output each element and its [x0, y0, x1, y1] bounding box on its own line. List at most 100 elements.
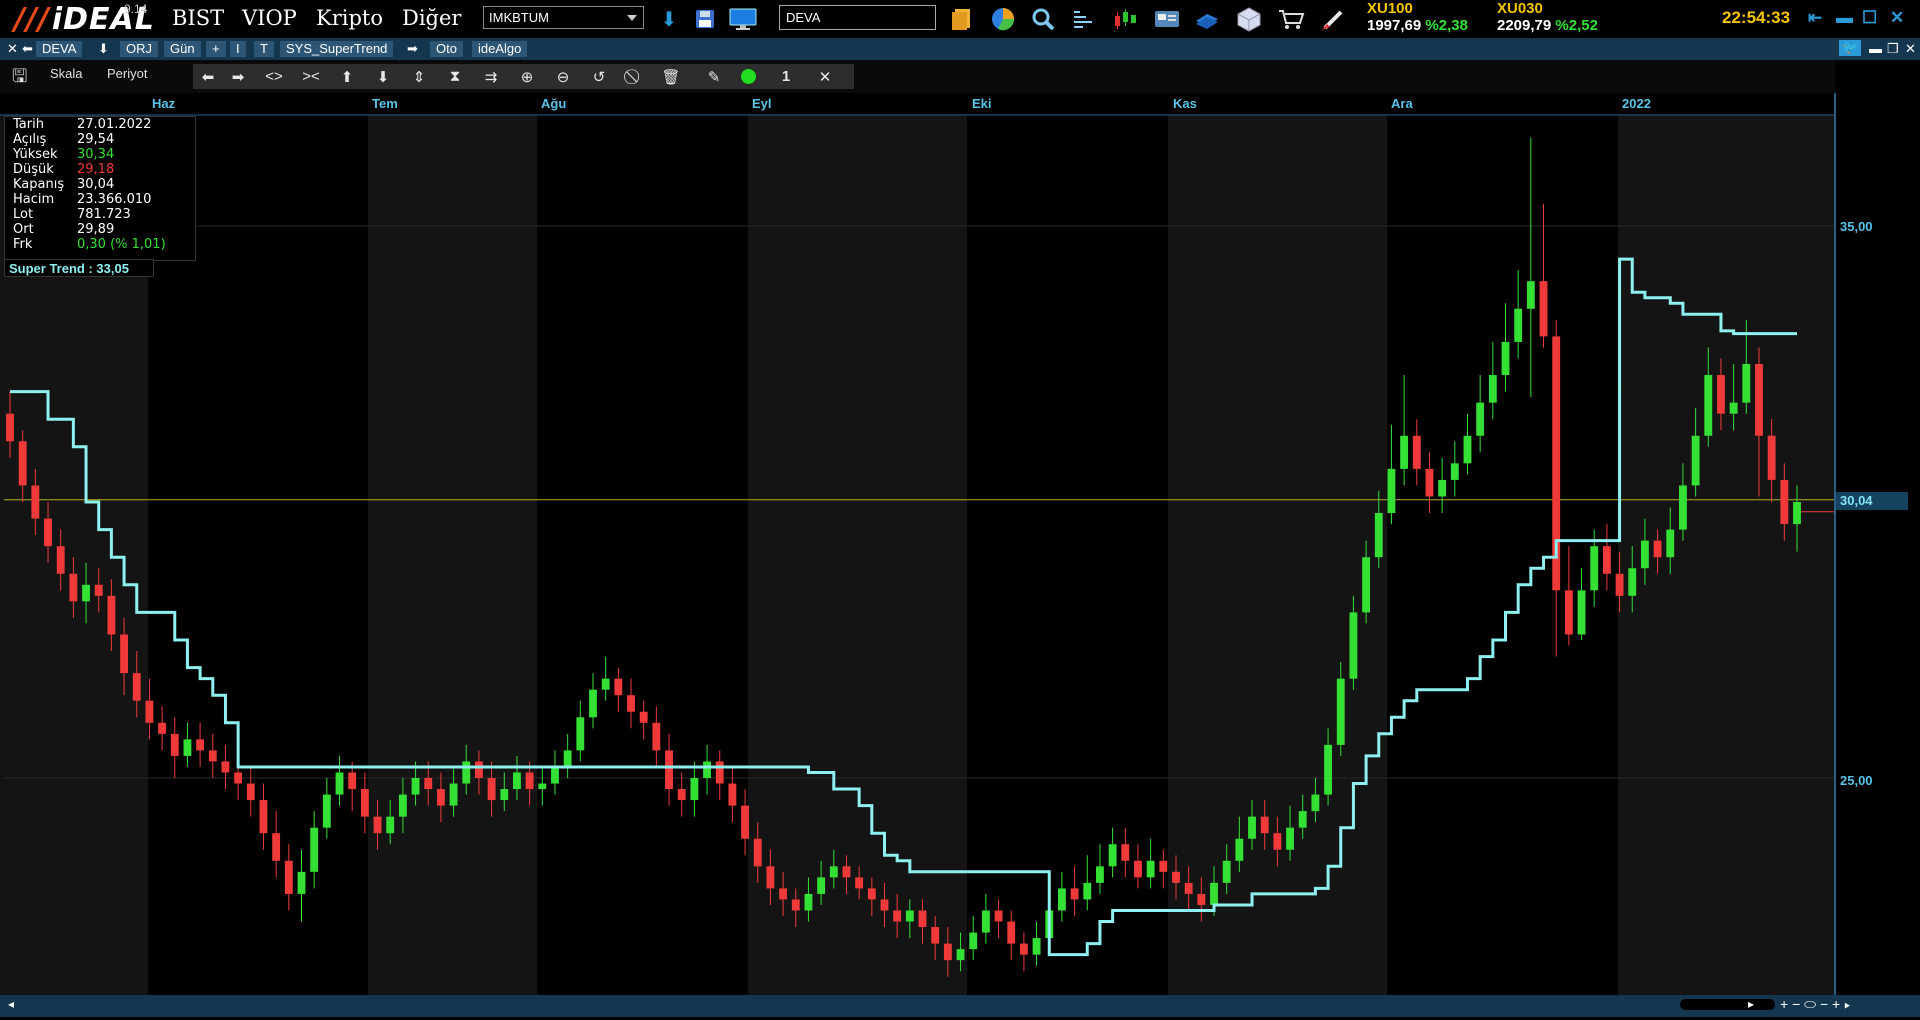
scroll-left-icon[interactable]: ⬅ — [193, 64, 223, 89]
candle-body — [6, 413, 14, 442]
trash-icon[interactable]: 🗑 — [656, 64, 686, 89]
candle-body — [69, 573, 78, 602]
time-axis-label: Kas — [1173, 96, 1197, 111]
candle-body — [44, 518, 52, 547]
candle-body — [183, 739, 192, 756]
horizontal-scrollbar[interactable]: ◂ ▸ + − ⬭ − + ▸ — [0, 995, 1920, 1017]
notes-icon[interactable] — [946, 4, 976, 34]
candle-body — [1438, 479, 1447, 497]
candle-body — [589, 689, 597, 718]
candle-body — [804, 893, 813, 911]
download-icon[interactable]: ⬇ — [98, 41, 109, 57]
add-indicator-button[interactable]: + — [206, 41, 226, 57]
candle-body — [1425, 468, 1434, 497]
menu-kripto[interactable]: Kripto — [316, 6, 383, 32]
candle-body — [1324, 744, 1332, 795]
candle-body — [829, 866, 838, 878]
chart-symbol-tab[interactable]: DEVA — [36, 41, 83, 57]
save-layout-icon[interactable]: 🖫 — [12, 64, 27, 94]
cube-icon[interactable] — [1234, 4, 1264, 34]
system-supertrend-button[interactable]: SYS_SuperTrend — [280, 41, 394, 57]
logo-stripes-icon: /// — [14, 1, 50, 37]
candle-body — [196, 739, 205, 751]
oto-button[interactable]: Oto — [430, 41, 463, 57]
candle-body — [1083, 882, 1092, 900]
price-chart[interactable] — [0, 93, 1920, 995]
back-icon[interactable]: ⇤ — [1808, 8, 1822, 28]
index-xu030[interactable]: XU030 2209,79 %2,52 — [1497, 0, 1598, 34]
candle-body — [1666, 529, 1675, 558]
zoom-in-icon[interactable]: ⊕ — [512, 64, 542, 89]
arrow-up-icon[interactable]: ⬆ — [332, 64, 362, 89]
orj-button[interactable]: ORJ — [120, 41, 158, 57]
candle-body — [1311, 794, 1320, 812]
close-drawing-icon[interactable]: ✕ — [810, 64, 840, 89]
last-price-tag: 30,04 — [1836, 492, 1908, 510]
index-value: 1997,69 — [1367, 17, 1422, 34]
candle-body — [956, 949, 965, 961]
candle-body — [360, 789, 369, 817]
menu-bist[interactable]: BIST — [172, 6, 224, 32]
candle-body — [398, 794, 407, 817]
monitor-icon[interactable] — [728, 4, 758, 34]
arrow-down-icon[interactable]: ⬇ — [368, 64, 398, 89]
scale-button[interactable]: Skala — [50, 66, 83, 81]
scroll-thumb[interactable] — [1680, 999, 1775, 1010]
pencil-icon[interactable]: ✎ — [699, 64, 729, 89]
panel-restore-icon[interactable]: ❐ — [1887, 41, 1899, 57]
idealgo-button[interactable]: ideAlgo — [472, 41, 528, 57]
zoom-out-icon[interactable]: ⊖ — [548, 64, 578, 89]
info-row-low: Düşük 29,18 — [13, 162, 115, 177]
download-arrow-icon[interactable]: ⬇ — [654, 4, 684, 34]
close-icon[interactable]: ✕ — [1890, 8, 1904, 28]
pie-chart-icon[interactable] — [988, 4, 1018, 34]
panel-minimize-icon[interactable]: ▬ — [1869, 41, 1882, 57]
cart-icon[interactable] — [1276, 4, 1306, 34]
info-row-avg: Ort 29,89 — [13, 222, 115, 237]
books-icon[interactable] — [1192, 4, 1222, 34]
period-gun-button[interactable]: Gün — [164, 41, 201, 57]
paint-brush-icon[interactable] — [1318, 4, 1348, 34]
maximize-icon[interactable]: ☐ — [1862, 8, 1877, 28]
color-dot-icon[interactable] — [733, 64, 763, 89]
panel-close-icon[interactable]: ✕ — [1905, 41, 1916, 57]
candle-body — [208, 750, 217, 762]
minimize-icon[interactable]: ▬ — [1836, 8, 1853, 28]
refresh-icon[interactable]: ↺ — [584, 64, 614, 89]
candle-body — [1070, 888, 1079, 900]
indicator-i-button[interactable]: I — [230, 41, 246, 57]
symbol-search-input[interactable]: DEVA — [779, 5, 936, 30]
index-xu100[interactable]: XU100 1997,69 %2,38 — [1367, 0, 1468, 34]
arrow-right-icon[interactable]: ➡ — [407, 41, 418, 57]
candle-body — [538, 783, 547, 790]
scroll-right-icon[interactable]: ➡ — [223, 64, 253, 89]
save-disk-icon[interactable] — [690, 4, 720, 34]
compress-vertical-icon[interactable]: ⧗ — [440, 64, 470, 89]
line-width-value[interactable]: 1 — [771, 64, 801, 89]
zoom-controls[interactable]: + − ⬭ − + ▸ — [1780, 996, 1850, 1013]
indicator-t-button[interactable]: T — [254, 41, 274, 57]
news-icon[interactable] — [1152, 4, 1182, 34]
block-icon[interactable]: ⃠ — [620, 64, 650, 89]
scroll-left-icon[interactable]: ◂ — [8, 997, 14, 1011]
bar-list-icon[interactable] — [1068, 4, 1098, 34]
magnifier-icon[interactable] — [1028, 4, 1058, 34]
candle-body — [1159, 860, 1168, 872]
candle-body — [690, 778, 699, 801]
candle-body — [462, 761, 471, 784]
back-arrow-icon[interactable]: ⬅ — [22, 41, 33, 57]
close-tab-icon[interactable]: ✕ — [7, 41, 18, 57]
compress-horizontal-icon[interactable]: >< — [296, 64, 326, 89]
candles-icon[interactable] — [1110, 4, 1140, 34]
symbol-list-select[interactable]: IMKBTUM — [483, 6, 644, 29]
scroll-right-icon[interactable]: ▸ — [1748, 997, 1754, 1011]
top-bar: ///iDEAL 9.14 BIST VIOP Kripto Diğer IMK… — [0, 0, 1920, 38]
twitter-icon[interactable]: 🐦 — [1839, 40, 1862, 56]
menu-viop[interactable]: VIOP — [242, 6, 297, 32]
fit-icon[interactable]: ⇉ — [476, 64, 506, 89]
expand-horizontal-icon[interactable]: <> — [259, 64, 289, 89]
menu-diger[interactable]: Diğer — [402, 6, 461, 32]
candle-body — [1488, 375, 1497, 403]
expand-vertical-icon[interactable]: ⇕ — [404, 64, 434, 89]
period-button[interactable]: Periyot — [107, 66, 147, 81]
